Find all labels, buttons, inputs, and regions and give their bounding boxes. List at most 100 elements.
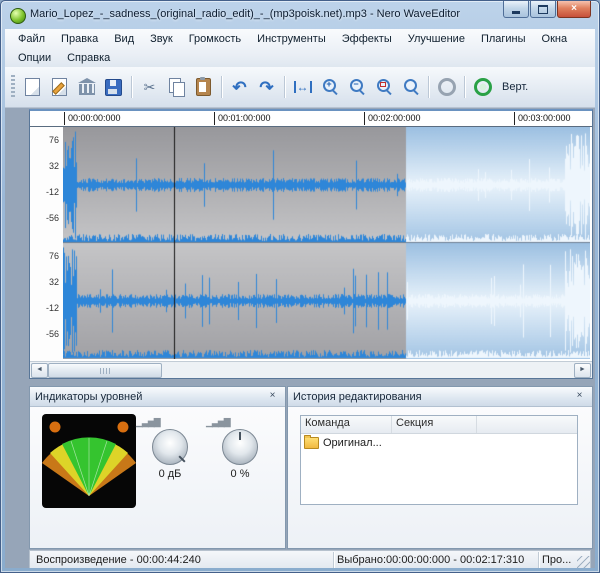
ruler-label: 00:03:00:000 [514,112,571,125]
history-row-label: Оригинал... [323,437,382,449]
menu-view[interactable]: Вид [106,31,142,47]
column-command[interactable]: Команда [301,416,392,433]
goniometer-icon [42,414,136,508]
audio-library-button[interactable] [73,74,100,101]
edit-history-panel: История редактирования × Команда Секция … [287,386,593,549]
vertical-scale-label[interactable]: Верт. [502,81,528,93]
zoom-selection-icon [375,78,393,96]
pencil-icon [52,82,65,95]
status-extra: Про... [538,552,577,568]
playback-status: Воспроизведение - 00:00:44:240 [30,554,333,566]
library-icon [79,84,95,95]
history-header: Команда Секция [301,416,577,434]
history-row[interactable]: Оригинал... [301,434,577,451]
thumb-grip-icon [100,368,110,374]
open-file-icon [52,78,67,96]
toolbar: ✂ ↶ ↷ ↔ + − Верт. [5,67,595,108]
redo-button[interactable]: ↷ [253,74,280,101]
zoom-fit-button[interactable]: ↔ [289,74,316,101]
level-indicators-caption[interactable]: Индикаторы уровней × [30,387,285,407]
scissors-icon: ✂ [144,80,156,94]
client-area: Файл Правка Вид Звук Громкость Инструмен… [5,29,595,568]
level-indicators-panel: Индикаторы уровней × ▁▃▅▇ 0 дБ [29,386,286,549]
scroll-left-button[interactable]: ◄ [31,363,48,378]
db-knob[interactable] [152,429,188,465]
play-icon [474,78,492,96]
cut-button[interactable]: ✂ [136,74,163,101]
minimize-button[interactable] [503,1,529,18]
history-list: Команда Секция Оригинал... [300,415,578,505]
zoom-selection-button[interactable] [370,74,397,101]
close-button[interactable]: × [557,1,591,18]
title-bar[interactable]: Mario_Lopez_-_sadness_(original_radio_ed… [1,1,599,28]
menu-volume[interactable]: Громкость [181,31,249,47]
percent-knob-label: 0 % [204,468,276,480]
percent-knob[interactable] [222,429,258,465]
scrollbar-thumb[interactable] [48,363,162,378]
scroll-right-button[interactable]: ► [574,363,591,378]
close-icon: × [571,2,577,16]
resize-grip[interactable] [577,556,590,568]
menu-row-1: Файл Правка Вид Звук Громкость Инструмен… [5,29,595,48]
zoom-custom-icon [402,78,420,96]
ruler-label: 00:02:00:000 [364,112,421,125]
wave-editor-view: 00:00:00:000 00:01:00:000 00:02:00:000 0… [29,109,593,379]
new-file-button[interactable] [19,74,46,101]
record-button[interactable] [433,74,460,101]
close-panel-button[interactable]: × [572,390,587,403]
toolbar-separator [428,76,429,98]
waveform-canvas[interactable] [63,127,590,359]
horizontal-scrollbar[interactable]: ◄ ► [30,361,592,378]
menu-audio[interactable]: Звук [142,31,181,47]
panel-title: История редактирования [293,391,572,403]
copy-button[interactable] [163,74,190,101]
ruler-label: 00:01:00:000 [214,112,271,125]
amplitude-axis: 76 32 -12 -56 76 32 -12 -56 [30,127,63,361]
redo-icon: ↷ [259,79,273,96]
menu-tools[interactable]: Инструменты [249,31,334,47]
menu-bar: Файл Правка Вид Звук Громкость Инструмен… [5,29,595,68]
play-button[interactable] [469,74,496,101]
app-icon [10,8,26,24]
save-button[interactable] [100,74,127,101]
menu-plugins[interactable]: Плагины [473,31,534,47]
menu-edit[interactable]: Правка [53,31,106,47]
menu-options[interactable]: Опции [10,50,59,66]
toolbar-grip[interactable] [11,75,15,99]
maximize-button[interactable] [530,1,556,18]
toolbar-separator [284,76,285,98]
fit-width-icon: ↔ [294,81,312,93]
open-file-button[interactable] [46,74,73,101]
zoom-custom-button[interactable] [397,74,424,101]
window-title: Mario_Lopez_-_sadness_(original_radio_ed… [30,8,460,20]
status-bar: Воспроизведение - 00:00:44:240 Выбрано:0… [29,550,591,568]
paste-icon [196,78,211,96]
maximize-icon [538,5,548,14]
column-section[interactable]: Секция [392,416,477,433]
save-icon [105,79,122,96]
level-bars-icon: ▁▃▅▇ [134,417,206,427]
menu-windows[interactable]: Окна [534,31,576,47]
zoom-in-icon: + [321,78,339,96]
zoom-in-button[interactable]: + [316,74,343,101]
toolbar-separator [221,76,222,98]
minimize-icon [512,11,520,14]
menu-effects[interactable]: Эффекты [334,31,400,47]
edit-history-caption[interactable]: История редактирования × [288,387,592,407]
close-panel-button[interactable]: × [265,390,280,403]
app-window: Mario_Lopez_-_sadness_(original_radio_ed… [0,0,600,573]
time-ruler[interactable]: 00:00:00:000 00:01:00:000 00:02:00:000 0… [30,111,592,127]
menu-help[interactable]: Справка [59,50,118,66]
copy-icon [169,78,181,93]
toolbar-separator [464,76,465,98]
toolbar-separator [131,76,132,98]
folder-icon [304,437,319,449]
zoom-out-button[interactable]: − [343,74,370,101]
menu-enhancement[interactable]: Улучшение [400,31,473,47]
zoom-out-icon: − [348,78,366,96]
menu-file[interactable]: Файл [10,31,53,47]
undo-button[interactable]: ↶ [226,74,253,101]
db-knob-label: 0 дБ [134,468,206,480]
panel-title: Индикаторы уровней [35,391,265,403]
paste-button[interactable] [190,74,217,101]
